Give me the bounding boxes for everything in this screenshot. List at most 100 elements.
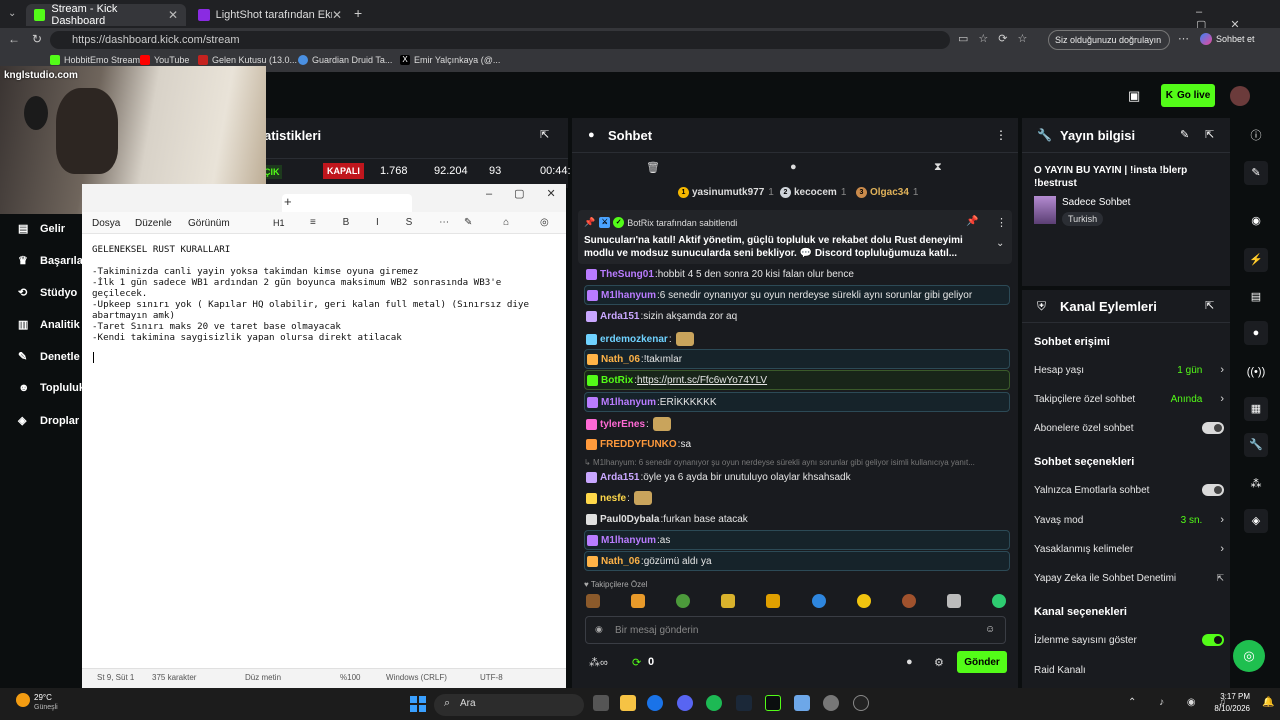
category-name[interactable]: Sadece Sohbet — [1062, 197, 1130, 208]
trash-icon[interactable]: 🗑 — [646, 161, 660, 174]
top-gifter[interactable]: 1 yasinumutk977 1 — [678, 187, 774, 198]
weather-temp[interactable]: 29°C — [34, 693, 52, 702]
hourglass-icon[interactable]: ⧗ — [934, 161, 942, 174]
taskbar-search[interactable]: Ara — [434, 694, 584, 716]
chat-message[interactable]: TheSung01: hobbit 4 5 den sonra 20 kisi … — [584, 264, 1010, 284]
chat-message[interactable]: Paul0Dybala: furkan base atacak — [584, 509, 1010, 529]
menu-view[interactable]: Görünüm — [188, 218, 230, 229]
new-tab-icon[interactable]: + — [354, 5, 362, 21]
kick-icon[interactable] — [765, 695, 781, 711]
emote-only-toggle[interactable] — [1202, 484, 1224, 496]
emote-icon[interactable] — [901, 594, 916, 608]
emote-icon[interactable] — [811, 594, 826, 608]
chat-username[interactable]: Arda151 — [600, 311, 639, 322]
studio-icon[interactable]: ▣ — [1128, 88, 1140, 104]
chat-message[interactable]: BotRix: https://prnt.sc/Ffc6wYo74YLV — [584, 370, 1010, 390]
send-button[interactable]: Gönder — [957, 651, 1007, 673]
chat-username[interactable]: Nath_06 — [601, 556, 640, 567]
bookmark-item[interactable]: Gelen Kutusu (13.0... — [198, 55, 297, 65]
emote-icon[interactable] — [766, 594, 781, 608]
emote-icon[interactable] — [676, 594, 691, 608]
chat-username[interactable]: FREDDYFUNKO — [600, 439, 677, 450]
go-live-button[interactable]: K Go live — [1161, 84, 1215, 107]
top-gifter[interactable]: 2 kecocem 1 — [780, 187, 846, 198]
file-explorer-icon[interactable] — [620, 695, 636, 711]
chat-icon[interactable]: ● — [1244, 321, 1268, 345]
followers-chat-setting[interactable]: Takipçilere özel sohbet Anında › — [1034, 389, 1224, 409]
close-tab-icon[interactable]: ✕ — [332, 8, 342, 22]
emote-icon[interactable] — [586, 594, 600, 608]
nav-item-achievements[interactable]: ♛ Başarıla — [18, 254, 83, 268]
tab-lightshot[interactable]: LightShot tarafından Ekran Görün ✕ — [190, 4, 350, 26]
edge-icon[interactable] — [647, 695, 663, 711]
steam-icon[interactable] — [736, 695, 752, 711]
community-icon[interactable]: ⁂ — [1244, 472, 1268, 496]
nav-item-drops[interactable]: ◈ Droplar — [18, 414, 79, 428]
banned-words-setting[interactable]: Yasaklanmış kelimeler › — [1034, 539, 1224, 559]
chat-username[interactable]: M1lhanyum — [601, 535, 656, 546]
heading-select[interactable]: H1 — [273, 218, 285, 228]
url-input[interactable]: https://dashboard.kick.com/stream — [50, 31, 950, 49]
layout-icon[interactable]: ▦ — [1244, 397, 1268, 421]
menu-edit[interactable]: Düzenle — [135, 218, 172, 229]
window-controls[interactable]: –▢✕ — [486, 187, 578, 200]
unpin-icon[interactable]: 📌 — [966, 216, 978, 227]
bookmark-item[interactable]: Guardian Druid Ta... — [298, 55, 392, 65]
new-tab-icon[interactable]: + — [284, 194, 292, 209]
edit-icon[interactable]: ✎ — [1180, 128, 1189, 141]
chat-username[interactable]: nesfe — [600, 493, 626, 504]
bookmark-item[interactable]: YouTube — [140, 55, 189, 65]
chat-menu-icon[interactable]: ⋮ — [995, 128, 1007, 142]
chat-settings-bubble-icon[interactable]: ● — [906, 656, 913, 668]
chat-message[interactable]: Nath_06: gözümü aldı ya — [584, 551, 1010, 571]
copilot-chat-button[interactable]: Sohbet et — [1200, 33, 1255, 45]
chat-username[interactable]: TheSung01 — [600, 269, 654, 280]
emote-icon[interactable] — [946, 594, 961, 608]
chat-message[interactable]: tylerEnes: — [584, 413, 1010, 435]
top-gifter[interactable]: 3 Olgac34 1 — [856, 187, 918, 198]
chat-username[interactable]: M1lhanyum — [601, 290, 656, 301]
chat-message[interactable]: M1lhanyum: ERİKKKKKK — [584, 392, 1010, 412]
address-actions-icons[interactable]: ▭☆⟳☆ — [958, 32, 1037, 45]
notepad-text[interactable]: GELENEKSEL RUST KURALLARI -Takiminizda c… — [92, 244, 560, 343]
ai-moderation-setting[interactable]: Yapay Zeka ile Sohbet Denetimi ⇱ — [1034, 568, 1224, 588]
chat-message[interactable]: FREDDYFUNKO: sa — [584, 434, 1010, 454]
avatar[interactable] — [1230, 86, 1250, 106]
raid-channel-setting[interactable]: Raid Kanalı — [1034, 660, 1224, 680]
chat-username[interactable]: BotRix — [601, 375, 633, 386]
drops-icon[interactable]: ◈ — [1244, 509, 1268, 533]
notepad-icon[interactable] — [794, 695, 810, 711]
subscribers-chat-toggle[interactable] — [1202, 422, 1224, 434]
bookmark-item[interactable]: X Emir Yalçınkaya (@... — [400, 55, 500, 65]
chat-message[interactable]: Arda151: öyle ya 6 ayda bir unutuluyo ol… — [584, 467, 1010, 487]
chat-message[interactable]: M1lhanyum: 6 senedir oynanıyor şu oyun n… — [584, 285, 1010, 305]
settings-icon[interactable] — [823, 695, 839, 711]
nav-item-moderation[interactable]: ✎ Denetle — [18, 350, 80, 364]
clock-time[interactable]: 3:17 PM — [1210, 692, 1250, 701]
show-viewers-toggle[interactable] — [1202, 634, 1224, 646]
expand-chevron-icon[interactable]: ⌄ — [996, 238, 1004, 249]
camera-icon[interactable]: ◉ — [1244, 209, 1268, 233]
chat-username[interactable]: M1lhanyum — [601, 397, 656, 408]
notepad-tab[interactable] — [282, 194, 412, 212]
broadcast-icon[interactable]: ((•)) — [1244, 360, 1268, 384]
chat-username[interactable]: Arda151 — [600, 472, 639, 483]
help-icon[interactable]: ◎ — [1233, 640, 1265, 672]
popout-icon[interactable]: ⇱ — [540, 128, 549, 141]
chat-bubble-icon[interactable]: ● — [790, 161, 797, 173]
obs-icon[interactable] — [853, 695, 869, 711]
account-age-setting[interactable]: Hesap yaşı 1 gün › — [1034, 360, 1224, 380]
edit-icon[interactable]: ✎ — [1244, 161, 1268, 185]
popout-icon[interactable]: ⇱ — [1205, 128, 1214, 141]
nav-item-analytics[interactable]: ▥ Analitik — [18, 318, 80, 332]
chat-username[interactable]: tylerEnes — [600, 419, 645, 430]
tab-kick-dashboard[interactable]: Stream - Kick Dashboard ✕ — [26, 3, 186, 27]
discord-icon[interactable] — [677, 695, 693, 711]
emoji-picker-icon[interactable]: ☺ — [985, 624, 995, 635]
chat-message[interactable]: Arda151: sizin akşamda zor aq — [584, 306, 1010, 326]
format-toolbar-icons[interactable]: ≡ B I S ⋯ — [310, 217, 461, 228]
chat-message[interactable]: erdemozkenar: — [584, 328, 1010, 350]
lightning-icon[interactable]: ⚡ — [1244, 248, 1268, 272]
chat-username[interactable]: erdemozkenar — [600, 334, 668, 345]
emote-icon[interactable] — [721, 594, 736, 608]
